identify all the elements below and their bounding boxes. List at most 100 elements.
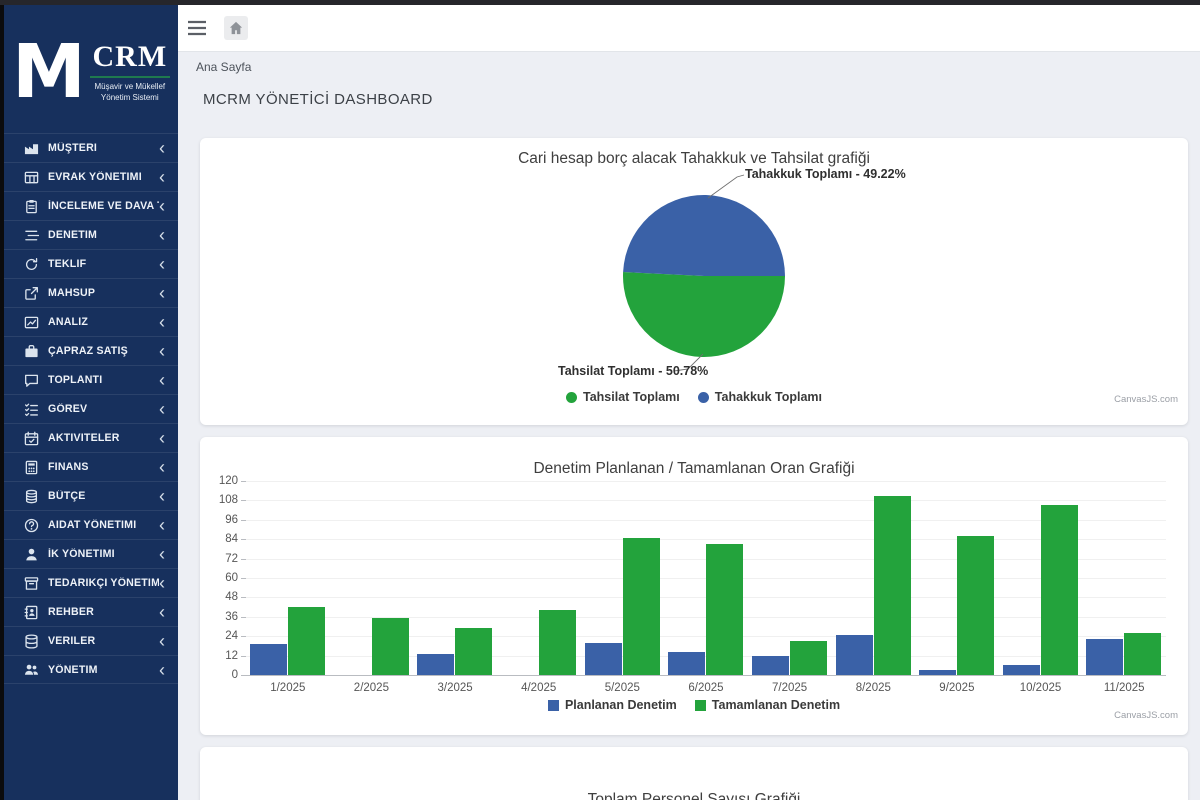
sidebar-item-label: AIDAT YÖNETIMI — [48, 519, 159, 531]
chevron-left-icon: ‹ — [159, 375, 165, 385]
gridline — [246, 539, 1166, 540]
sidebar-item-bütçe[interactable]: BÜTÇE‹ — [4, 481, 178, 510]
coins-icon — [24, 489, 39, 504]
legend-item-tamamlanan-denetim[interactable]: Tamamlanan Denetim — [695, 698, 840, 712]
chevron-left-icon: ‹ — [159, 143, 165, 153]
canvasjs-watermark[interactable]: CanvasJS.com — [1114, 710, 1178, 721]
logo-divider — [90, 76, 170, 78]
bar-tamamlanan-denetim-2-2025[interactable] — [372, 618, 409, 675]
bar-planlanan-denetim-5-2025[interactable] — [585, 643, 622, 675]
bar-tamamlanan-denetim-1-2025[interactable] — [288, 607, 325, 675]
x-axis-label: 11/2025 — [1082, 682, 1166, 694]
clipboard-icon — [24, 199, 39, 214]
app-logo[interactable]: M CRM Müşavir ve Mükellef Yönetim Sistem… — [4, 0, 178, 131]
x-axis-label: 4/2025 — [497, 682, 581, 694]
sidebar-item-toplanti[interactable]: TOPLANTI‹ — [4, 365, 178, 394]
bar-planlanan-denetim-6-2025[interactable] — [668, 652, 705, 675]
x-axis-label: 3/2025 — [413, 682, 497, 694]
chevron-left-icon: ‹ — [159, 201, 165, 211]
chevron-left-icon: ‹ — [159, 578, 165, 588]
sidebar-item-analiz[interactable]: ANALIZ‹ — [4, 307, 178, 336]
pie-slice-tahsilat-toplamı[interactable] — [623, 272, 785, 357]
x-axis-label: 9/2025 — [915, 682, 999, 694]
x-axis-label: 7/2025 — [748, 682, 832, 694]
legend-item-planlanan-denetim[interactable]: Planlanan Denetim — [548, 698, 677, 712]
bar-legend: Planlanan Denetim Tamamlanan Denetim — [200, 698, 1188, 712]
sidebar-item-label: TOPLANTI — [48, 374, 159, 386]
chevron-left-icon: ‹ — [159, 636, 165, 646]
sidebar-item-teklif[interactable]: TEKLIF‹ — [4, 249, 178, 278]
axis-tick — [241, 636, 246, 637]
sidebar-item-çapraz-satiş[interactable]: ÇAPRAZ SATIŞ‹ — [4, 336, 178, 365]
axis-tick — [241, 617, 246, 618]
axis-tick — [241, 656, 246, 657]
y-axis-label: 12 — [200, 650, 238, 662]
chevron-left-icon: ‹ — [159, 317, 165, 327]
sidebar-item-aktiviteler[interactable]: AKTIVITELER‹ — [4, 423, 178, 452]
bar-planlanan-denetim-10-2025[interactable] — [1003, 665, 1040, 675]
sidebar-item-i̇k-yönetimi[interactable]: İK YÖNETIMI‹ — [4, 539, 178, 568]
sidebar-item-yönetim[interactable]: YÖNETIM‹ — [4, 655, 178, 684]
sidebar-item-tedarikçi-yönetimi[interactable]: TEDARIKÇI YÖNETIMI‹ — [4, 568, 178, 597]
bar-chart[interactable]: 120108968472604836241201/20252/20253/202… — [200, 437, 1188, 735]
bar-planlanan-denetim-1-2025[interactable] — [250, 644, 287, 675]
bar-tamamlanan-denetim-9-2025[interactable] — [957, 536, 994, 675]
hamburger-menu-icon[interactable] — [187, 20, 207, 36]
topbar — [178, 0, 1200, 52]
sidebar: M CRM Müşavir ve Mükellef Yönetim Sistem… — [0, 0, 178, 800]
bar-planlanan-denetim-9-2025[interactable] — [919, 670, 956, 675]
pie-chart[interactable] — [200, 138, 1188, 425]
legend-item-tahakkuk-toplamı[interactable]: Tahakkuk Toplamı — [698, 390, 822, 404]
bar-tamamlanan-denetim-5-2025[interactable] — [623, 538, 660, 675]
logo-monogram: M — [12, 38, 86, 106]
sidebar-item-rehber[interactable]: REHBER‹ — [4, 597, 178, 626]
sidebar-item-label: ANALIZ — [48, 316, 159, 328]
personnel-chart-card: Toplam Personel Sayısı Grafiği — [200, 747, 1188, 800]
bar-planlanan-denetim-11-2025[interactable] — [1086, 639, 1123, 675]
bar-planlanan-denetim-8-2025[interactable] — [836, 635, 873, 675]
sidebar-item-i̇nceleme-ve-dava-takip[interactable]: İNCELEME VE DAVA TAKIP‹ — [4, 191, 178, 220]
sidebar-item-mahsup[interactable]: MAHSUP‹ — [4, 278, 178, 307]
breadcrumb[interactable]: Ana Sayfa — [196, 60, 1188, 74]
legend-label: Tamamlanan Denetim — [712, 698, 840, 712]
bar-tamamlanan-denetim-6-2025[interactable] — [706, 544, 743, 675]
chevron-left-icon: ‹ — [159, 665, 165, 675]
sidebar-item-finans[interactable]: FINANS‹ — [4, 452, 178, 481]
bar-tamamlanan-denetim-10-2025[interactable] — [1041, 505, 1078, 675]
bar-tamamlanan-denetim-7-2025[interactable] — [790, 641, 827, 675]
bar-tamamlanan-denetim-4-2025[interactable] — [539, 610, 576, 675]
sidebar-item-veriler[interactable]: VERILER‹ — [4, 626, 178, 655]
legend-item-tahsilat-toplamı[interactable]: Tahsilat Toplamı — [566, 390, 680, 404]
y-axis-label: 48 — [200, 591, 238, 603]
canvasjs-watermark[interactable]: CanvasJS.com — [1114, 394, 1178, 405]
sidebar-item-müşteri[interactable]: MÜŞTERI‹ — [4, 133, 178, 162]
home-button[interactable] — [224, 16, 248, 40]
sidebar-item-label: VERILER — [48, 635, 159, 647]
axis-tick — [241, 520, 246, 521]
sidebar-item-görev[interactable]: GÖREV‹ — [4, 394, 178, 423]
pie-callout-tahsilat: Tahsilat Toplamı - 50.78% — [558, 364, 708, 378]
sidebar-item-evrak-yönetimi[interactable]: EVRAK YÖNETIMI‹ — [4, 162, 178, 191]
axis-tick — [241, 578, 246, 579]
bar-tamamlanan-denetim-11-2025[interactable] — [1124, 633, 1161, 675]
sidebar-item-denetim[interactable]: DENETIM‹ — [4, 220, 178, 249]
pie-chart-card: Cari hesap borç alacak Tahakkuk ve Tahsi… — [200, 138, 1188, 425]
calendar-check-icon — [24, 431, 39, 446]
main-area: Ana Sayfa MCRM YÖNETİCİ DASHBOARD Cari h… — [178, 0, 1200, 800]
pie-slice-tahakkuk-toplamı[interactable] — [623, 195, 785, 276]
bar-planlanan-denetim-7-2025[interactable] — [752, 656, 789, 675]
sidebar-item-label: MAHSUP — [48, 287, 159, 299]
axis-tick — [241, 539, 246, 540]
pie-legend: Tahsilat Toplamı Tahakkuk Toplamı — [200, 390, 1188, 404]
legend-swatch — [698, 392, 709, 403]
bar-planlanan-denetim-3-2025[interactable] — [417, 654, 454, 675]
bar-tamamlanan-denetim-8-2025[interactable] — [874, 496, 911, 676]
calculator-icon — [24, 460, 39, 475]
y-axis-label: 108 — [200, 494, 238, 506]
personnel-chart-title: Toplam Personel Sayısı Grafiği — [200, 791, 1188, 800]
bar-tamamlanan-denetim-3-2025[interactable] — [455, 628, 492, 675]
sidebar-item-aidat-yönetimi[interactable]: AIDAT YÖNETIMI‹ — [4, 510, 178, 539]
axis-tick — [241, 675, 246, 676]
sidebar-nav: MÜŞTERI‹EVRAK YÖNETIMI‹İNCELEME VE DAVA … — [4, 133, 178, 684]
legend-label: Tahakkuk Toplamı — [715, 390, 822, 404]
